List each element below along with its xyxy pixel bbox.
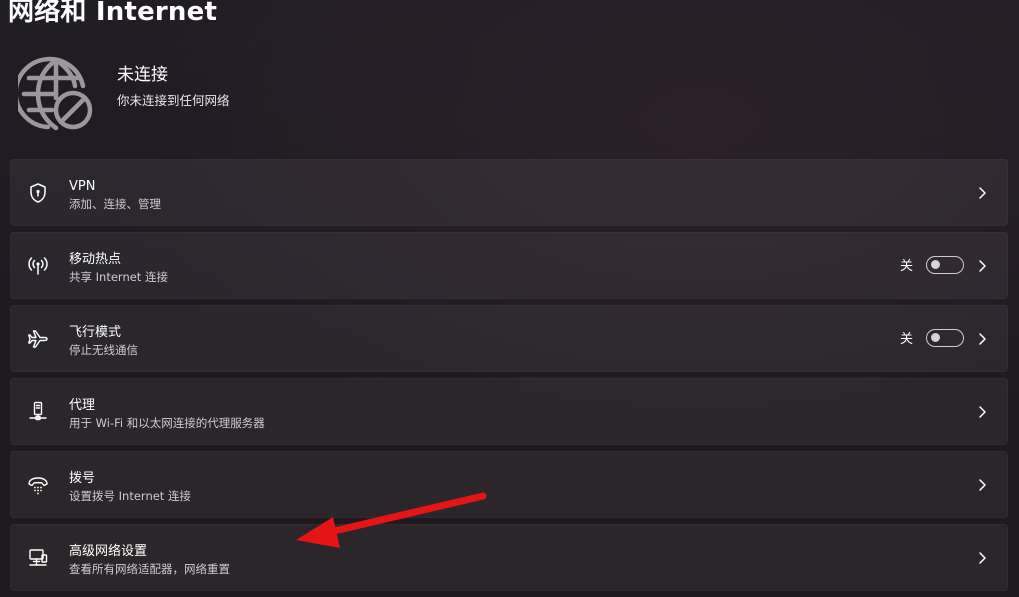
proxy-title: 代理 bbox=[69, 398, 96, 413]
hotspot-icon bbox=[27, 255, 49, 277]
advanced-network-settings-title: 高级网络设置 bbox=[69, 544, 148, 559]
advanced-network-settings-subtitle: 查看所有网络适配器，网络重置 bbox=[69, 562, 230, 576]
airplane-mode-subtitle: 停止无线通信 bbox=[69, 343, 138, 357]
chevron-right-icon[interactable] bbox=[975, 185, 989, 201]
network-status: 未连接 你未连接到任何网络 bbox=[13, 56, 618, 132]
dialup-card[interactable]: 拨号 设置拨号 Internet 连接 bbox=[10, 451, 1008, 518]
airplane-mode-toggle-label: 关 bbox=[899, 332, 913, 347]
airplane-mode-title: 飞行模式 bbox=[69, 325, 122, 340]
advanced-network-settings-card[interactable]: 高级网络设置 查看所有网络适配器，网络重置 bbox=[10, 524, 1008, 591]
airplane-mode-toggle[interactable] bbox=[926, 329, 964, 347]
status-subtitle: 你未连接到任何网络 bbox=[117, 93, 230, 108]
chevron-right-icon[interactable] bbox=[975, 331, 989, 347]
chevron-right-icon[interactable] bbox=[975, 258, 989, 274]
dialup-icon bbox=[27, 474, 49, 496]
page-title: 网络和 Internet bbox=[8, 0, 218, 27]
mobile-hotspot-subtitle: 共享 Internet 连接 bbox=[69, 270, 168, 284]
status-title: 未连接 bbox=[117, 65, 168, 85]
mobile-hotspot-toggle-label: 关 bbox=[899, 259, 913, 274]
shield-icon bbox=[27, 182, 49, 204]
toggle-knob bbox=[931, 260, 940, 269]
proxy-server-icon bbox=[27, 401, 49, 423]
airplane-icon bbox=[27, 328, 49, 350]
mobile-hotspot-title: 移动热点 bbox=[69, 252, 122, 267]
settings-list: VPN 添加、连接、管理 移动热点 共享 Internet 连接 关 飞行模式 … bbox=[10, 159, 1008, 597]
proxy-card[interactable]: 代理 用于 Wi-Fi 和以太网连接的代理服务器 bbox=[10, 378, 1008, 445]
dialup-subtitle: 设置拨号 Internet 连接 bbox=[69, 489, 191, 503]
network-computer-icon bbox=[27, 547, 49, 569]
vpn-subtitle: 添加、连接、管理 bbox=[69, 197, 161, 211]
chevron-right-icon[interactable] bbox=[975, 404, 989, 420]
mobile-hotspot-card[interactable]: 移动热点 共享 Internet 连接 关 bbox=[10, 232, 1008, 299]
globe-blocked-icon bbox=[13, 56, 94, 132]
airplane-mode-card[interactable]: 飞行模式 停止无线通信 关 bbox=[10, 305, 1008, 372]
mobile-hotspot-toggle[interactable] bbox=[926, 256, 964, 274]
chevron-right-icon[interactable] bbox=[975, 477, 989, 493]
dialup-title: 拨号 bbox=[69, 471, 96, 486]
proxy-subtitle: 用于 Wi-Fi 和以太网连接的代理服务器 bbox=[69, 416, 265, 430]
chevron-right-icon[interactable] bbox=[975, 550, 989, 566]
toggle-knob bbox=[931, 333, 940, 342]
vpn-card[interactable]: VPN 添加、连接、管理 bbox=[10, 159, 1008, 226]
vpn-title: VPN bbox=[69, 179, 96, 194]
